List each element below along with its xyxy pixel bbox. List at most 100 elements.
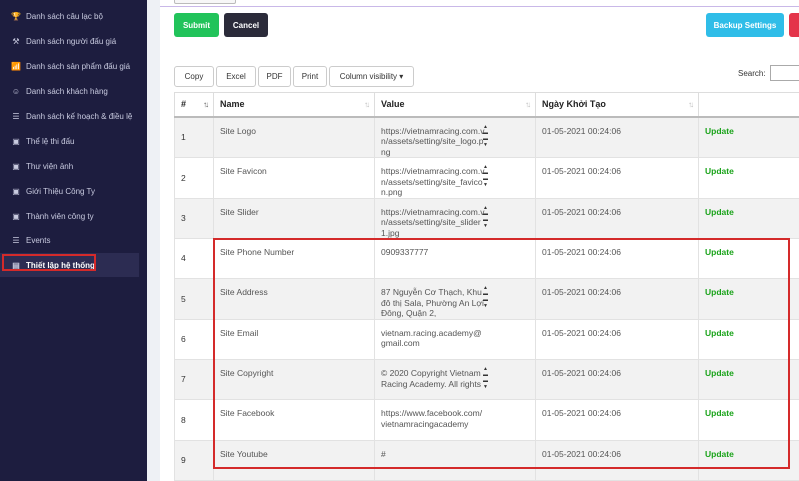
row-value[interactable]: https://vietnamracing.com.vn/assets/sett… <box>374 116 536 158</box>
sort-icon: ↑↓ <box>525 100 531 109</box>
excel-button[interactable]: Excel <box>216 66 256 87</box>
col-header-label: # <box>181 99 187 110</box>
search-label: Search: <box>738 69 766 78</box>
row-value[interactable]: # <box>374 439 536 481</box>
scroll-arrows-icon[interactable]: ▲ ▬ ▬ ▼ <box>483 285 488 309</box>
update-link[interactable]: Update <box>698 318 799 361</box>
row-value[interactable]: https://vietnamracing.com.vn/assets/sett… <box>374 157 536 199</box>
sidebar-item-label: Danh sách sản phẩm đấu giá <box>26 61 131 71</box>
value-text: © 2020 Copyright Vietnam Racing Academy.… <box>381 368 481 389</box>
scroll-arrows-icon[interactable]: ▲ ▬ ▬ ▼ <box>483 205 488 229</box>
table-row: 8 Site Facebook https://www.facebook.com/v… <box>174 399 799 441</box>
col-header-action <box>698 92 799 118</box>
row-number: 9 <box>174 439 214 481</box>
cancel-button[interactable]: Cancel <box>224 13 268 37</box>
value-text: 87 Nguyễn Cơ Thạch, Khu đô thị Sala, Phư… <box>381 287 484 319</box>
update-link[interactable]: Update <box>698 439 799 481</box>
sidebar-item-members[interactable]: ▣ Thành viên công ty <box>0 205 147 227</box>
settings-table: # ↑↓ Name ↑↓ Value ↑↓ Ngày Khởi Tạo ↑↓ 1 Site… <box>174 92 799 481</box>
row-number: 8 <box>174 399 214 441</box>
trophy-icon: 🏆 <box>11 11 21 21</box>
pdf-button[interactable]: PDF <box>258 66 291 87</box>
copy-button[interactable]: Copy <box>174 66 214 87</box>
col-header-created[interactable]: Ngày Khởi Tạo ↑↓ <box>535 92 699 118</box>
row-value[interactable]: © 2020 Copyright Vietnam Racing Academy.… <box>374 359 536 401</box>
row-value[interactable]: https://vietnamracing.com.vn/assets/sett… <box>374 197 536 239</box>
danger-button[interactable] <box>789 13 799 37</box>
row-number: 1 <box>174 116 214 158</box>
sidebar-item-rules[interactable]: ▣ Thể lệ thi đấu <box>0 130 147 152</box>
row-name: Site Logo <box>213 116 375 158</box>
row-value[interactable]: 0909337777 <box>374 237 536 280</box>
highlight-box <box>2 254 96 271</box>
row-created-date: 01-05-2021 00:24:06 <box>535 278 699 320</box>
table-row: 2 Site Favicon https://vietnamracing.com.v… <box>174 157 799 199</box>
row-name: Site Favicon <box>213 157 375 199</box>
sidebar-item-auction-products[interactable]: 📶 Danh sách sản phẩm đấu giá <box>0 55 147 77</box>
col-header-label: Value <box>381 99 405 110</box>
value-text: # <box>381 448 386 459</box>
update-link[interactable]: Update <box>698 399 799 441</box>
row-number: 4 <box>174 237 214 280</box>
sidebar-item-customers[interactable]: ☺ Danh sách khách hàng <box>0 80 147 102</box>
row-value[interactable]: https://www.facebook.com/vietnamracingac… <box>374 399 536 441</box>
row-name: Site Address <box>213 278 375 320</box>
value-text: https://www.facebook.com/vietnamracingac… <box>381 408 483 429</box>
row-value[interactable]: vietnam.racing.academy@gmail.com <box>374 318 536 361</box>
table-row: 5 Site Address 87 Nguyễn Cơ Thạch, Khu đô … <box>174 278 799 320</box>
table-header-row: # ↑↓ Name ↑↓ Value ↑↓ Ngày Khởi Tạo ↑↓ <box>174 92 799 118</box>
table-row: 6 Site Email vietnam.racing.academy@gmail.… <box>174 318 799 361</box>
table-row: 9 Site Youtube #01-05-2021 00:24:06 Update <box>174 439 799 481</box>
update-link[interactable]: Update <box>698 197 799 239</box>
scroll-arrows-icon[interactable]: ▲ ▬ ▬ ▼ <box>483 366 488 390</box>
sidebar-item-system-settings[interactable]: ▤ Thiết lập hệ thống <box>0 253 139 277</box>
table-row: 7 Site Copyright © 2020 Copyright Vietnam … <box>174 359 799 401</box>
table-row: 3 Site Slider https://vietnamracing.com.vn… <box>174 197 799 239</box>
row-name: Site Copyright <box>213 359 375 401</box>
row-created-date: 01-05-2021 00:24:06 <box>535 197 699 239</box>
row-number: 6 <box>174 318 214 361</box>
sidebar-item-plans[interactable]: ☰ Danh sách kế hoạch & điều lệ <box>0 105 147 127</box>
sidebar-item-events[interactable]: ☰ Events <box>0 229 147 251</box>
row-value[interactable]: 87 Nguyễn Cơ Thạch, Khu đô thị Sala, Phư… <box>374 278 536 320</box>
col-header-number[interactable]: # ↑↓ <box>174 92 214 118</box>
scroll-arrows-icon[interactable]: ▲ ▬ ▬ ▼ <box>483 124 488 148</box>
user-circle-icon: ☺ <box>11 86 21 96</box>
sidebar-item-label: Danh sách khách hàng <box>26 86 108 96</box>
col-header-value[interactable]: Value ↑↓ <box>374 92 536 118</box>
update-link[interactable]: Update <box>698 116 799 158</box>
col-header-name[interactable]: Name ↑↓ <box>213 92 375 118</box>
search-input[interactable] <box>770 65 799 81</box>
backup-settings-button[interactable]: Backup Settings <box>706 13 784 37</box>
image-icon: ▣ <box>12 211 20 221</box>
row-created-date: 01-05-2021 00:24:06 <box>535 157 699 199</box>
update-link[interactable]: Update <box>698 237 799 280</box>
row-created-date: 01-05-2021 00:24:06 <box>535 359 699 401</box>
update-link[interactable]: Update <box>698 359 799 401</box>
sidebar-item-label: Danh sách câu lạc bộ <box>26 11 103 21</box>
gavel-icon: ⚒ <box>12 36 20 46</box>
value-text: vietnam.racing.academy@gmail.com <box>381 327 482 349</box>
sidebar-item-bidders[interactable]: ⚒ Danh sách người đấu giá <box>0 30 147 52</box>
sidebar-item-label: Thư viện ảnh <box>26 161 74 171</box>
value-text: https://vietnamracing.com.vn/assets/sett… <box>381 206 485 238</box>
sidebar-item-label: Events <box>26 235 51 245</box>
sidebar-item-label: Thể lệ thi đấu <box>26 136 75 146</box>
row-number: 7 <box>174 359 214 401</box>
image-icon: ▣ <box>12 161 20 171</box>
row-created-date: 01-05-2021 00:24:06 <box>535 237 699 280</box>
table-row: 1 Site Logo https://vietnamracing.com.vn/a… <box>174 116 799 158</box>
sidebar-item-clubs[interactable]: 🏆 Danh sách câu lạc bộ <box>0 5 147 27</box>
sidebar-item-gallery[interactable]: ▣ Thư viện ảnh <box>0 155 147 177</box>
column-visibility-button[interactable]: Column visibility ▾ <box>329 66 414 87</box>
row-created-date: 01-05-2021 00:24:06 <box>535 399 699 441</box>
row-name: Site Slider <box>213 197 375 239</box>
sidebar-item-label: Danh sách kế hoạch & điều lệ <box>26 111 133 121</box>
sidebar-item-about[interactable]: ▣ Giới Thiệu Công Ty <box>0 180 147 202</box>
print-button[interactable]: Print <box>293 66 327 87</box>
submit-button[interactable]: Submit <box>174 13 219 37</box>
update-link[interactable]: Update <box>698 278 799 320</box>
update-link[interactable]: Update <box>698 157 799 199</box>
sidebar-item-label: Thành viên công ty <box>26 211 94 221</box>
scroll-arrows-icon[interactable]: ▲ ▬ ▬ ▼ <box>483 164 488 188</box>
